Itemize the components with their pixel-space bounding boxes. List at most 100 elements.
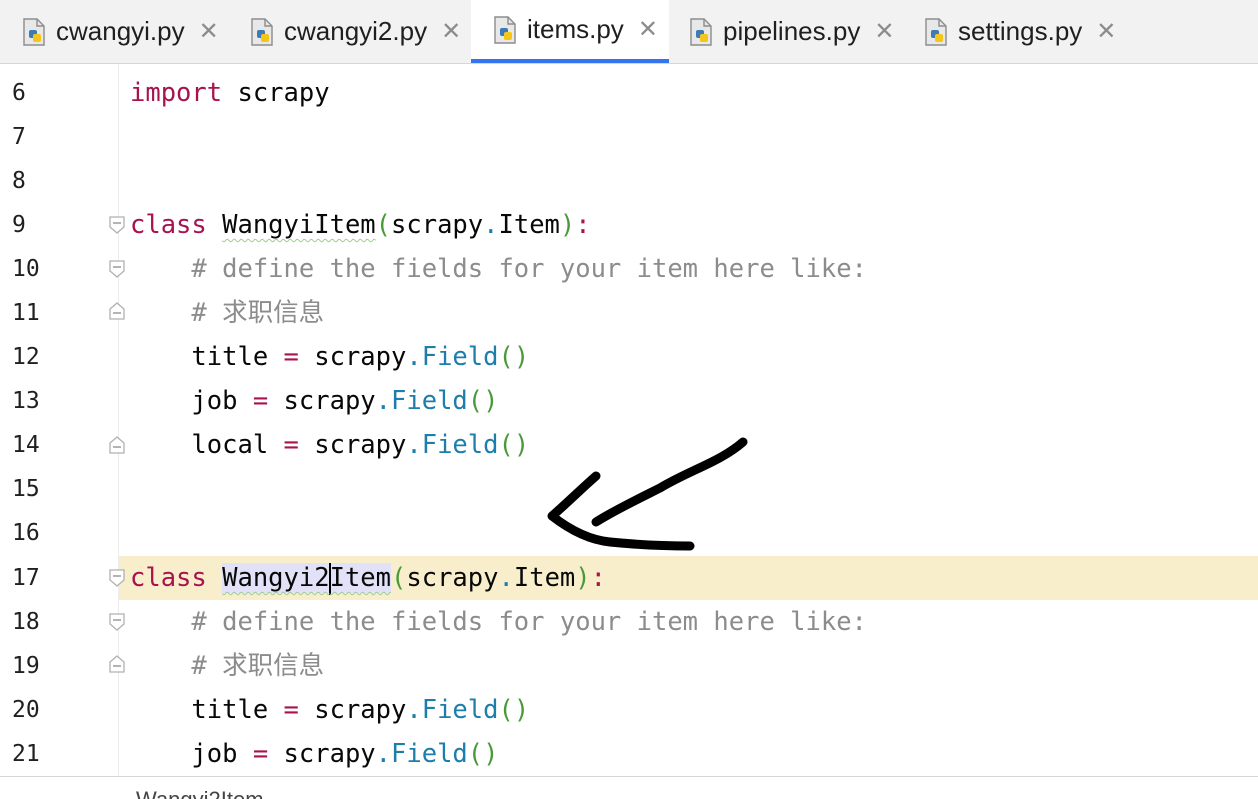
- module-name: scrapy: [268, 739, 376, 769]
- line-number: 14: [12, 432, 40, 458]
- function-call: Field: [391, 386, 468, 416]
- paren: (): [467, 739, 499, 769]
- tab-label: items.py: [527, 14, 624, 44]
- line-number: 9: [12, 212, 26, 238]
- paren: (): [498, 342, 530, 372]
- code-line-21[interactable]: job = scrapy.Field(): [130, 732, 499, 776]
- class-name-part: Wangyi2: [222, 563, 330, 593]
- dot: .: [406, 430, 422, 460]
- dot: .: [406, 695, 422, 725]
- python-file-icon: [20, 17, 48, 47]
- module-name: scrapy: [268, 386, 376, 416]
- line-number: 20: [12, 697, 40, 723]
- code-text: scrapy: [222, 78, 330, 108]
- colon: :: [575, 210, 591, 240]
- line-number: 18: [12, 609, 40, 635]
- breadcrumb-bar: Wangyi2Item: [0, 776, 1258, 799]
- tab-items[interactable]: items.py ✕: [471, 0, 669, 63]
- tab-cwangyi[interactable]: cwangyi.py ✕: [20, 0, 219, 63]
- tab-label: pipelines.py: [723, 16, 861, 46]
- dot: .: [375, 739, 392, 769]
- code-line-13[interactable]: job = scrapy.Field(): [130, 379, 499, 423]
- fold-open-icon[interactable]: [108, 569, 126, 587]
- code-line-6[interactable]: import scrapy: [130, 71, 330, 115]
- variable: job: [130, 739, 253, 769]
- tab-pipelines[interactable]: pipelines.py ✕: [687, 0, 894, 63]
- python-file-icon: [922, 17, 950, 47]
- module-name: scrapy: [406, 563, 499, 593]
- colon: :: [590, 563, 606, 593]
- line-number: 10: [12, 256, 40, 282]
- module-name: scrapy: [391, 210, 484, 240]
- close-icon[interactable]: ✕: [1096, 17, 1116, 46]
- fold-end-icon[interactable]: [108, 436, 126, 454]
- variable: title: [130, 695, 284, 725]
- line-number: 12: [12, 344, 40, 370]
- code-line-17[interactable]: class Wangyi2Item(scrapy.Item):: [130, 556, 606, 600]
- tab-cwangyi2[interactable]: cwangyi2.py ✕: [248, 0, 461, 63]
- variable: local: [130, 430, 284, 460]
- python-file-icon: [491, 15, 519, 45]
- class-name: Wangyi2Item: [222, 563, 392, 595]
- tab-label: cwangyi2.py: [284, 16, 428, 46]
- module-name: scrapy: [298, 430, 407, 460]
- close-icon[interactable]: ✕: [874, 17, 894, 46]
- close-icon[interactable]: ✕: [638, 15, 658, 44]
- close-icon[interactable]: ✕: [441, 17, 461, 46]
- line-number: 8: [12, 168, 26, 194]
- base-class: Item: [513, 563, 576, 593]
- keyword: import: [130, 78, 223, 108]
- code-line-10[interactable]: # define the fields for your item here l…: [130, 247, 867, 291]
- paren: (): [498, 430, 530, 460]
- dot: .: [406, 342, 422, 372]
- code-line-20[interactable]: title = scrapy.Field(): [130, 688, 529, 732]
- line-number: 13: [12, 388, 40, 414]
- operator: =: [283, 430, 299, 460]
- operator: =: [283, 342, 299, 372]
- fold-end-icon[interactable]: [108, 302, 126, 320]
- operator: =: [252, 739, 269, 769]
- code-line-14[interactable]: local = scrapy.Field(): [130, 423, 529, 467]
- editor-tab-bar: cwangyi.py ✕ cwangyi2.py ✕ items.py ✕ pi…: [0, 0, 1258, 64]
- keyword: class: [130, 563, 207, 593]
- fold-open-icon[interactable]: [108, 260, 126, 278]
- fold-open-icon[interactable]: [108, 216, 126, 234]
- function-call: Field: [421, 430, 499, 460]
- fold-open-icon[interactable]: [108, 613, 126, 631]
- function-call: Field: [421, 342, 499, 372]
- tab-label: cwangyi.py: [56, 16, 185, 46]
- python-file-icon: [687, 17, 715, 47]
- python-file-icon: [248, 17, 276, 47]
- function-call: Field: [421, 695, 499, 725]
- tab-label: settings.py: [958, 16, 1083, 46]
- line-number: 15: [12, 476, 40, 502]
- class-name-part: Item: [329, 563, 392, 593]
- code-line-12[interactable]: title = scrapy.Field(): [130, 335, 529, 379]
- variable: job: [130, 386, 253, 416]
- dot: .: [483, 210, 499, 240]
- line-number: 21: [12, 741, 40, 767]
- module-name: scrapy: [298, 342, 407, 372]
- line-number: 11: [12, 300, 40, 326]
- code-line-18[interactable]: # define the fields for your item here l…: [130, 600, 867, 644]
- paren: (): [498, 695, 530, 725]
- operator: =: [252, 386, 269, 416]
- dot: .: [498, 563, 514, 593]
- base-class: Item: [498, 210, 560, 240]
- line-number: 7: [12, 124, 26, 150]
- tab-settings[interactable]: settings.py ✕: [922, 0, 1116, 63]
- paren: (: [391, 563, 407, 593]
- fold-end-icon[interactable]: [108, 655, 126, 673]
- close-icon[interactable]: ✕: [199, 17, 219, 46]
- breadcrumb[interactable]: Wangyi2Item: [136, 787, 264, 799]
- keyword: class: [130, 210, 207, 240]
- code-line-11[interactable]: # 求职信息: [130, 291, 324, 335]
- code-line-19[interactable]: # 求职信息: [130, 644, 324, 688]
- paren: (): [467, 386, 499, 416]
- paren: ): [559, 210, 576, 240]
- code-line-9[interactable]: class WangyiItem(scrapy.Item):: [130, 203, 591, 247]
- variable: title: [130, 342, 284, 372]
- operator: =: [283, 695, 299, 725]
- module-name: scrapy: [298, 695, 407, 725]
- line-number: 19: [12, 653, 40, 679]
